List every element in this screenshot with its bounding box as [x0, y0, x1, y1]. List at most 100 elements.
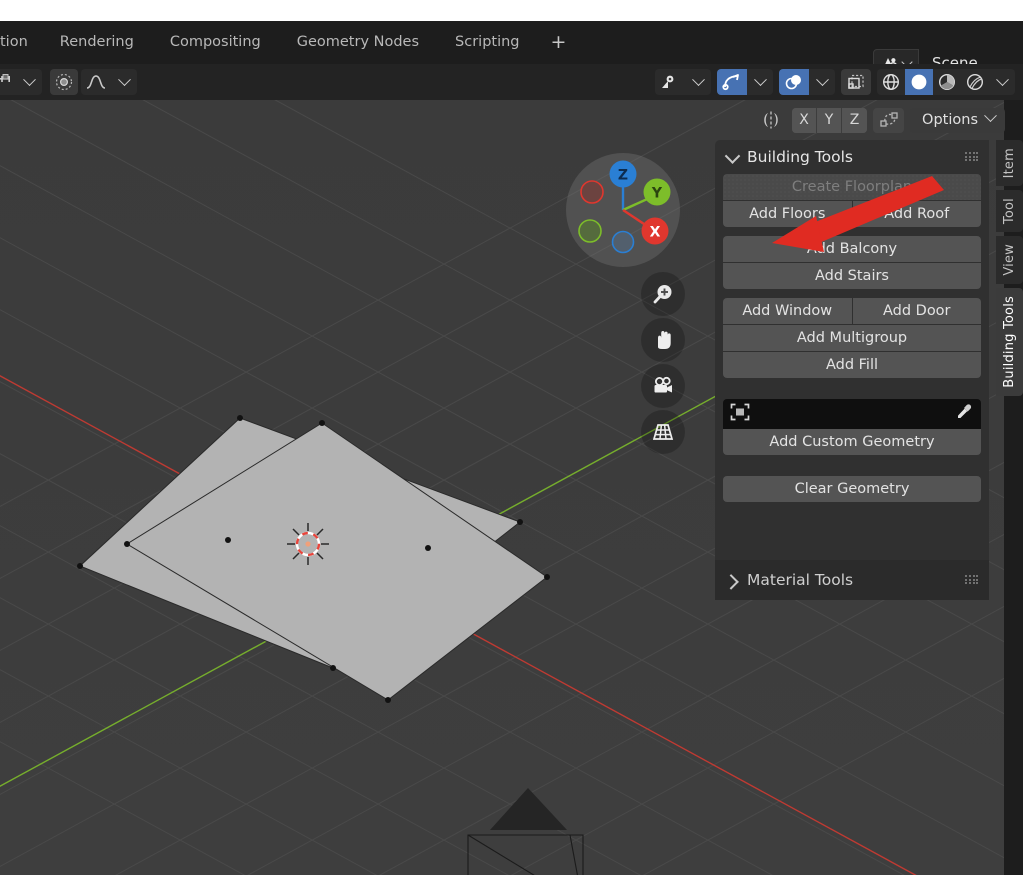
- workspace-tab-geometry-nodes[interactable]: Geometry Nodes: [279, 21, 437, 64]
- xray-group: [779, 69, 835, 95]
- sidebar-tab-tool[interactable]: Tool: [996, 190, 1023, 233]
- workspace-tab-0[interactable]: tion: [0, 21, 42, 64]
- chevron-down-icon: [984, 109, 997, 123]
- proportional-falloff-group: [81, 69, 137, 95]
- show-gizmo-icon[interactable]: [655, 69, 685, 95]
- workspace-tabs: tion Rendering Compositing Geometry Node…: [0, 21, 579, 64]
- proportional-falloff-dropdown[interactable]: [111, 69, 137, 95]
- sidebar-tab-building-tools[interactable]: Building Tools: [996, 288, 1023, 396]
- proportional-falloff-icon[interactable]: [81, 69, 111, 95]
- add-custom-geometry-button[interactable]: Add Custom Geometry: [723, 429, 981, 455]
- viewport-nav-buttons: [641, 272, 685, 456]
- add-roof-button[interactable]: Add Roof: [852, 201, 981, 227]
- add-stairs-button[interactable]: Add Stairs: [723, 263, 981, 289]
- svg-text:Y: Y: [651, 186, 663, 202]
- viewport-header: [0, 64, 1023, 100]
- create-floorplan-button[interactable]: Create Floorplan: [723, 174, 981, 200]
- axis-constraint-group: X Y Z: [792, 107, 868, 133]
- viewport-shading-material-icon[interactable]: [933, 69, 961, 95]
- panel-title: Building Tools: [747, 148, 853, 166]
- svg-text:Z: Z: [618, 168, 628, 184]
- 3d-cursor: [287, 523, 329, 565]
- axis-y-button[interactable]: Y: [817, 107, 843, 133]
- object-placeholder-icon: [729, 402, 751, 426]
- svg-text:X: X: [650, 225, 661, 241]
- add-balcony-button[interactable]: Add Balcony: [723, 236, 981, 262]
- options-label: Options: [922, 112, 978, 128]
- xray-dropdown[interactable]: [809, 69, 835, 95]
- viewport-shading-solid-icon[interactable]: [905, 69, 933, 95]
- eyedropper-icon[interactable]: [955, 403, 973, 425]
- add-floors-button[interactable]: Add Floors: [723, 201, 852, 227]
- add-door-button[interactable]: Add Door: [852, 298, 981, 324]
- sidebar-tabstrip: Item Tool View Building Tools: [996, 140, 1023, 396]
- viewport-shading-dropdown[interactable]: [989, 69, 1015, 95]
- panel-spacer: [723, 387, 981, 399]
- clear-geometry-group: Clear Geometry: [723, 476, 981, 503]
- sidebar-tab-tool-label: Tool: [1002, 198, 1017, 225]
- navigation-gizmo[interactable]: Z Y X: [565, 152, 681, 268]
- camera-view-icon[interactable]: [641, 364, 685, 408]
- chevron-down-icon: [117, 72, 131, 86]
- material-tools-title: Material Tools: [747, 571, 854, 589]
- zoom-view-icon[interactable]: [641, 272, 685, 316]
- sidebar-tab-view-label: View: [1002, 244, 1017, 277]
- show-gizmo-dropdown[interactable]: [685, 69, 711, 95]
- proportional-editing-toggle[interactable]: [50, 69, 78, 95]
- add-multigroup-button[interactable]: Add Multigroup: [723, 325, 981, 351]
- workspace-tab-rendering[interactable]: Rendering: [42, 21, 152, 64]
- show-overlays-group: [717, 69, 773, 95]
- object-snap-icon[interactable]: [841, 69, 871, 95]
- chevron-down-icon: [691, 72, 705, 86]
- openings-group: Add Window Add Door Add Multigroup Add F…: [723, 298, 981, 379]
- viewport-shading-rendered-icon[interactable]: [961, 69, 989, 95]
- floorplan-group: Create Floorplan Add Floors Add Roof: [723, 174, 981, 228]
- axis-z-button[interactable]: Z: [842, 107, 868, 133]
- toggle-perspective-icon[interactable]: [641, 410, 685, 454]
- show-gizmo-group: [655, 69, 711, 95]
- chevron-down-icon[interactable]: [724, 147, 741, 164]
- sidebar-tab-item[interactable]: Item: [996, 140, 1023, 187]
- sidebar-tab-building-tools-label: Building Tools: [1002, 296, 1017, 388]
- add-fill-button[interactable]: Add Fill: [723, 352, 981, 378]
- panel-spacer-2: [723, 464, 981, 476]
- xray-toggle-icon[interactable]: [779, 69, 809, 95]
- panel-body: Create Floorplan Add Floors Add Roof Add…: [715, 174, 989, 503]
- transform-orientation-group: [841, 69, 871, 95]
- options-dropdown-button[interactable]: Options: [910, 107, 1005, 133]
- proportional-editing-group: [50, 69, 78, 95]
- blender-window: tion Rendering Compositing Geometry Node…: [0, 0, 1023, 875]
- show-overlays-icon[interactable]: [717, 69, 747, 95]
- drag-grip-icon[interactable]: [965, 152, 979, 162]
- axis-x-button[interactable]: X: [792, 107, 818, 133]
- topbar: tion Rendering Compositing Geometry Node…: [0, 21, 1023, 78]
- building-tools-panel: Building Tools Create Floorplan Add Floo…: [715, 140, 989, 600]
- show-overlays-dropdown[interactable]: [747, 69, 773, 95]
- drag-grip-icon[interactable]: [965, 575, 979, 585]
- workspace-tab-compositing[interactable]: Compositing: [152, 21, 279, 64]
- add-window-button[interactable]: Add Window: [723, 298, 852, 324]
- sidebar-tab-item-label: Item: [1002, 148, 1017, 179]
- workspace-tab-scripting[interactable]: Scripting: [437, 21, 537, 64]
- snapping-dropdown-button[interactable]: [16, 69, 42, 95]
- panel-header-building-tools[interactable]: Building Tools: [715, 140, 989, 174]
- pan-view-icon[interactable]: [641, 318, 685, 362]
- snap-increment-icon[interactable]: [0, 69, 16, 95]
- viewport-shading-wireframe-icon[interactable]: [877, 69, 905, 95]
- custom-geometry-object-field[interactable]: [723, 399, 981, 429]
- panel-header-material-tools[interactable]: Material Tools: [715, 560, 989, 600]
- chevron-down-icon: [753, 72, 767, 86]
- chevron-down-icon: [22, 72, 36, 86]
- mirror-x-icon[interactable]: [756, 107, 786, 133]
- balcony-stairs-group: Add Balcony Add Stairs: [723, 236, 981, 290]
- viewport-shading-group: [877, 69, 1015, 95]
- sidebar-tab-view[interactable]: View: [996, 236, 1023, 285]
- add-workspace-button[interactable]: +: [538, 21, 580, 64]
- chevron-down-icon: [815, 72, 829, 86]
- clear-geometry-button[interactable]: Clear Geometry: [723, 476, 981, 502]
- snap-magnet-icon[interactable]: [873, 107, 905, 133]
- top-white-strip: [0, 0, 1023, 21]
- custom-geometry-group: Add Custom Geometry: [723, 399, 981, 456]
- chevron-right-icon[interactable]: [723, 573, 739, 590]
- viewport-sub-header: X Y Z Options: [756, 106, 1005, 134]
